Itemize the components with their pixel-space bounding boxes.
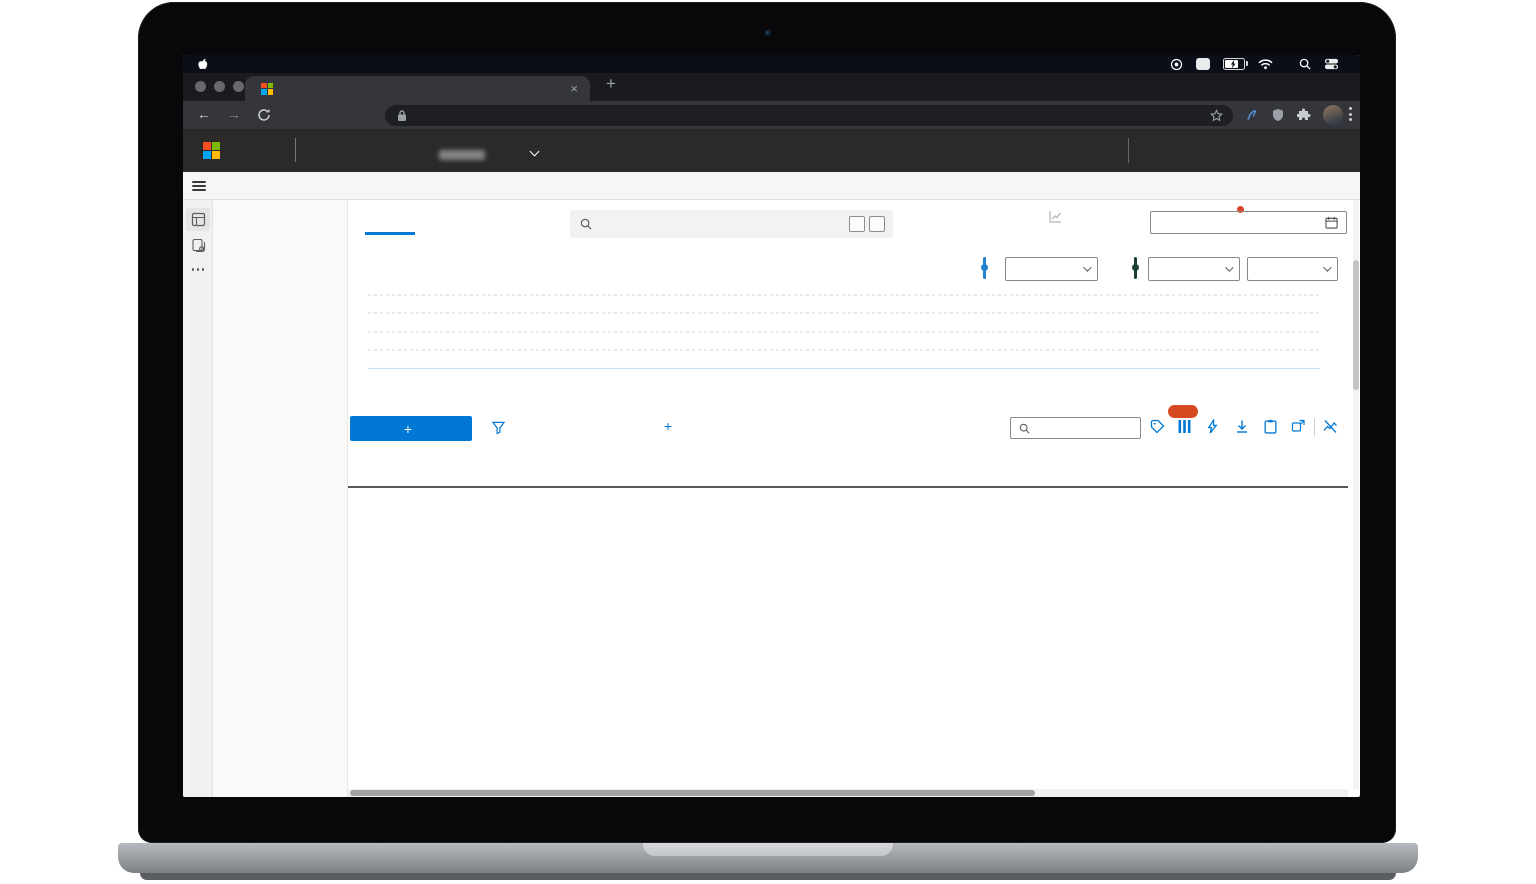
active-tab-underline	[365, 232, 415, 235]
columns-icon[interactable]	[1178, 419, 1191, 434]
shortcut-key-g	[849, 216, 865, 232]
header-search[interactable]	[570, 210, 893, 238]
rail-campaigns-icon[interactable]	[183, 212, 213, 227]
date-range-picker[interactable]	[1150, 211, 1347, 234]
clicks-series-marker	[981, 257, 988, 279]
screen: × + ← → ? + +	[183, 55, 1360, 797]
icon-rail	[183, 200, 213, 797]
extension-feather-icon[interactable]	[1245, 108, 1258, 122]
traffic-light-minimize[interactable]	[214, 81, 225, 92]
record-icon[interactable]	[1170, 58, 1183, 71]
granularity-select[interactable]	[1247, 257, 1338, 281]
spotlight-search-icon[interactable]	[1299, 58, 1311, 70]
new-badge	[1168, 405, 1198, 418]
plus-icon: +	[403, 420, 413, 437]
account-chevron-icon[interactable]	[529, 146, 540, 157]
context-bar	[183, 172, 1360, 200]
profile-avatar[interactable]	[1323, 105, 1343, 125]
lock-icon	[398, 109, 406, 121]
expand-icon[interactable]	[1291, 419, 1305, 434]
create-campaign-button[interactable]: +	[350, 416, 472, 441]
metric-select-primary[interactable]	[1005, 257, 1098, 281]
clipboard-icon[interactable]	[1264, 419, 1277, 434]
performance-chart[interactable]	[348, 290, 1348, 395]
automated-rules-icon[interactable]	[1207, 419, 1218, 434]
browser-menu-icon[interactable]	[1349, 107, 1352, 121]
input-source-icon[interactable]	[1196, 58, 1210, 70]
toolbar-divider	[1314, 418, 1315, 436]
rail-recommendations-icon[interactable]	[183, 238, 213, 253]
macos-menu-bar	[183, 55, 1360, 73]
chrome-toolbar: ← →	[183, 101, 1360, 129]
wifi-icon[interactable]	[1258, 58, 1273, 70]
metric-select-secondary[interactable]	[1148, 257, 1240, 281]
webcam	[764, 29, 772, 37]
chrome-tab-strip: × +	[183, 73, 1360, 101]
back-icon[interactable]: ←	[197, 106, 211, 122]
bookmark-star-icon[interactable]	[1210, 108, 1223, 122]
vertical-scrollbar-thumb[interactable]	[1353, 260, 1359, 390]
conv-series-marker	[1132, 257, 1139, 279]
search-icon	[1019, 423, 1030, 434]
rail-more-icon[interactable]	[183, 268, 213, 271]
table-header	[348, 452, 1348, 488]
microsoft-logo[interactable]	[203, 142, 220, 159]
shortcut-key-t	[869, 216, 885, 232]
nav-reports[interactable]	[1028, 208, 1082, 226]
menu-left	[183, 57, 225, 71]
reports-chart-icon	[1028, 208, 1082, 224]
campaigns-table	[348, 452, 1348, 488]
macbook-mockup: × + ← → ? + +	[0, 0, 1536, 884]
sidebar	[213, 200, 348, 797]
control-center-icon[interactable]	[1324, 58, 1339, 70]
laptop-base-lip	[140, 873, 1396, 880]
extensions-puzzle-icon[interactable]	[1297, 108, 1311, 122]
search-icon	[580, 218, 592, 230]
reload-icon[interactable]	[257, 108, 271, 122]
filter-by-campaign-input[interactable]	[1010, 417, 1141, 439]
battery-icon[interactable]	[1223, 58, 1248, 70]
browser-tab[interactable]: ×	[245, 76, 590, 101]
funnel-icon	[492, 421, 505, 434]
new-tab-button[interactable]: +	[606, 74, 616, 94]
download-icon[interactable]	[1235, 419, 1249, 434]
chevron-down-icon	[1083, 263, 1092, 272]
extension-shield-icon[interactable]	[1272, 108, 1284, 122]
forward-icon[interactable]: →	[227, 106, 241, 122]
traffic-light-zoom[interactable]	[233, 81, 244, 92]
tab-close-icon[interactable]: ×	[570, 81, 578, 96]
chevron-down-icon	[1225, 263, 1234, 272]
traffic-light-close[interactable]	[195, 81, 206, 92]
tab-favicon-microsoft	[261, 82, 273, 95]
account-number-redacted	[439, 150, 485, 160]
plus-icon: +	[664, 418, 673, 434]
menu-status-area	[1170, 58, 1360, 71]
chevron-down-icon	[1323, 263, 1332, 272]
wrench-icon	[1077, 208, 1117, 224]
hide-chart-icon[interactable]	[1323, 419, 1338, 434]
app-header: ?	[183, 129, 1360, 238]
laptop-base-notch	[643, 843, 893, 856]
hamburger-icon[interactable]	[192, 181, 206, 191]
segment-tag-icon[interactable]	[1150, 419, 1165, 434]
calendar-icon	[1325, 216, 1338, 229]
apple-icon[interactable]	[196, 57, 208, 71]
address-bar[interactable]	[385, 104, 1233, 126]
horizontal-scrollbar-thumb[interactable]	[350, 790, 1035, 796]
nav-tools[interactable]	[1077, 208, 1117, 226]
